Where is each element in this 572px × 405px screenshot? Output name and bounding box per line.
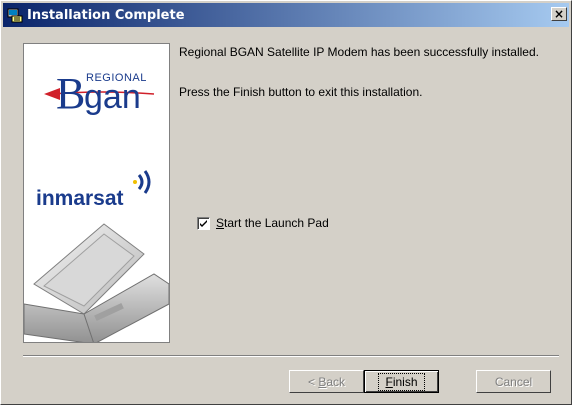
- window-title: Installation Complete: [27, 7, 185, 23]
- bgan-logo-gan: gan: [84, 78, 141, 116]
- close-icon: ×: [553, 7, 565, 21]
- launch-pad-checkbox[interactable]: [197, 216, 210, 230]
- modem-illustration: [24, 223, 169, 342]
- close-button[interactable]: ×: [551, 7, 567, 21]
- checkmark-icon: [200, 219, 207, 227]
- installer-app-icon: [7, 7, 23, 23]
- content-panel: Regional BGAN Satellite IP Modem has bee…: [179, 45, 559, 125]
- finish-button[interactable]: Finish: [364, 370, 439, 393]
- success-message: Regional BGAN Satellite IP Modem has bee…: [179, 45, 539, 59]
- cancel-button[interactable]: Cancel: [476, 370, 551, 393]
- button-separator: [23, 355, 559, 357]
- inmarsat-wordmark: inmarsat: [36, 187, 124, 210]
- bgan-logo-b: B: [56, 69, 86, 118]
- bgan-logo: B REGIONAL gan: [42, 66, 162, 126]
- sidebar-banner: B REGIONAL gan inmarsat: [23, 43, 170, 343]
- title-bar[interactable]: Installation Complete ×: [3, 3, 569, 27]
- instruction-message: Press the Finish button to exit this ins…: [179, 85, 423, 99]
- back-button[interactable]: < Back: [289, 370, 364, 393]
- launch-pad-option[interactable]: Start the Launch Pad: [197, 216, 329, 230]
- inmarsat-logo: inmarsat: [36, 169, 161, 210]
- launch-pad-label: Start the Launch Pad: [216, 216, 329, 230]
- installer-window: Installation Complete × B REGIONAL gan i…: [0, 0, 572, 405]
